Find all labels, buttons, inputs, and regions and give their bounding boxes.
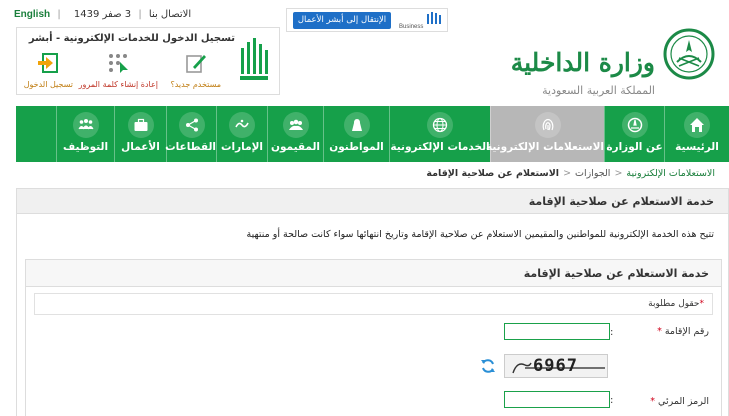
form-title: خدمة الاستعلام عن صلاحية الإقامة xyxy=(523,267,709,280)
visual-code-input[interactable] xyxy=(504,391,610,408)
nav-item-residents[interactable]: المقيمون xyxy=(267,106,323,162)
form-body: *حقول مطلوبة رقم الإقامة * : 6967 الرمز … xyxy=(26,286,721,416)
kingdom-name: المملكة العربية السعودية xyxy=(542,84,655,97)
chevron-left-icon: < xyxy=(563,168,572,179)
absher-title: تسجيل الدخول للخدمات الإلكترونية - أبشر xyxy=(28,33,235,44)
english-link[interactable]: English xyxy=(14,9,50,20)
password-reset-link[interactable]: إعادة إنشاء كلمة المرور xyxy=(79,52,158,89)
new-user-link[interactable]: مستخدم جديد؟ xyxy=(170,52,221,89)
absher-logo-icon xyxy=(240,38,268,80)
nav-item-about[interactable]: عن الوزارة xyxy=(604,106,664,162)
ministry-logo[interactable]: وزارة الداخلية المملكة العربية السعودية xyxy=(511,22,717,97)
required-note: *حقول مطلوبة xyxy=(648,299,704,309)
nav-item-citizens[interactable]: المواطنون xyxy=(323,106,389,162)
absher-login-box: تسجيل الدخول للخدمات الإلكترونية - أبشر … xyxy=(16,27,280,95)
nav-item-home[interactable]: الرئيسية xyxy=(664,106,729,162)
service-title: خدمة الاستعلام عن صلاحية الإقامة xyxy=(528,195,714,208)
login-icon xyxy=(38,53,59,73)
home-icon xyxy=(690,118,704,132)
new-user-icon xyxy=(185,55,206,73)
login-link[interactable]: تسجيل الدخول xyxy=(24,52,73,89)
refresh-captcha-icon[interactable] xyxy=(480,358,496,374)
nav-item-e-services[interactable]: الخدمات الإلكترونية xyxy=(389,106,490,162)
hijri-date: 3 صفر 1439 xyxy=(73,9,132,20)
absher-business-button[interactable]: الإنتقال إلى أبشر الأعمال xyxy=(293,12,391,29)
iqama-label: رقم الإقامة * xyxy=(657,326,709,337)
captcha-image: 6967 xyxy=(504,354,608,378)
iqama-number-input[interactable] xyxy=(504,323,610,340)
breadcrumb: الاستعلامات الإلكترونية<الجوازات<الاستعل… xyxy=(426,168,715,179)
emblem-icon xyxy=(627,117,642,133)
password-reset-icon xyxy=(109,54,129,73)
ministry-name: وزارة الداخلية xyxy=(510,48,655,77)
breadcrumb-passports[interactable]: الجوازات xyxy=(575,168,610,179)
absher-business-box: الإنتقال إلى أبشر الأعمال Business xyxy=(286,8,448,32)
globe-icon xyxy=(432,117,448,133)
top-links: English | الاتصال بنا | 3 صفر 1439 xyxy=(14,9,192,20)
employment-icon xyxy=(78,119,93,130)
chevron-left-icon: < xyxy=(614,168,623,179)
absher-business-logo-icon: Business xyxy=(399,12,441,30)
ministry-emblem-icon xyxy=(663,28,715,80)
inquiry-form: خدمة الاستعلام عن صلاحية الإقامة *حقول م… xyxy=(25,259,722,416)
nav-item-e-inquiries[interactable]: الاستعلامات الإلكترونية xyxy=(486,106,604,162)
service-panel: خدمة الاستعلام عن صلاحية الإقامة تتيح هذ… xyxy=(16,188,729,416)
fingerprint-icon xyxy=(542,118,553,131)
nav-item-business[interactable]: الأعمال xyxy=(114,106,166,162)
nav-item-employment[interactable]: التوظيف xyxy=(56,106,114,162)
residents-icon xyxy=(288,119,303,130)
visual-code-label: الرمز المرئي * xyxy=(650,396,709,407)
sectors-icon xyxy=(185,118,198,132)
emirates-icon xyxy=(235,119,249,128)
required-note-box: *حقول مطلوبة xyxy=(34,293,713,315)
svg-text:Business: Business xyxy=(399,24,423,30)
main-nav: الرئيسية عن الوزارة الاستعلامات الإلكترو… xyxy=(16,106,729,162)
site-header: English | الاتصال بنا | 3 صفر 1439 تسجيل… xyxy=(0,0,729,100)
breadcrumb-e-inquiries[interactable]: الاستعلامات الإلكترونية xyxy=(626,168,715,179)
nav-item-sectors[interactable]: القطاعات xyxy=(165,106,216,162)
contact-link[interactable]: الاتصال بنا xyxy=(149,9,191,20)
service-panel-header: خدمة الاستعلام عن صلاحية الإقامة xyxy=(17,189,728,214)
breadcrumb-current: الاستعلام عن صلاحية الإقامة xyxy=(426,168,560,179)
service-description: تتيح هذه الخدمة الإلكترونية للمواطنين وا… xyxy=(246,229,714,240)
citizen-icon xyxy=(351,119,362,131)
briefcase-icon xyxy=(134,118,147,131)
nav-item-emirates[interactable]: الإمارات xyxy=(216,106,267,162)
